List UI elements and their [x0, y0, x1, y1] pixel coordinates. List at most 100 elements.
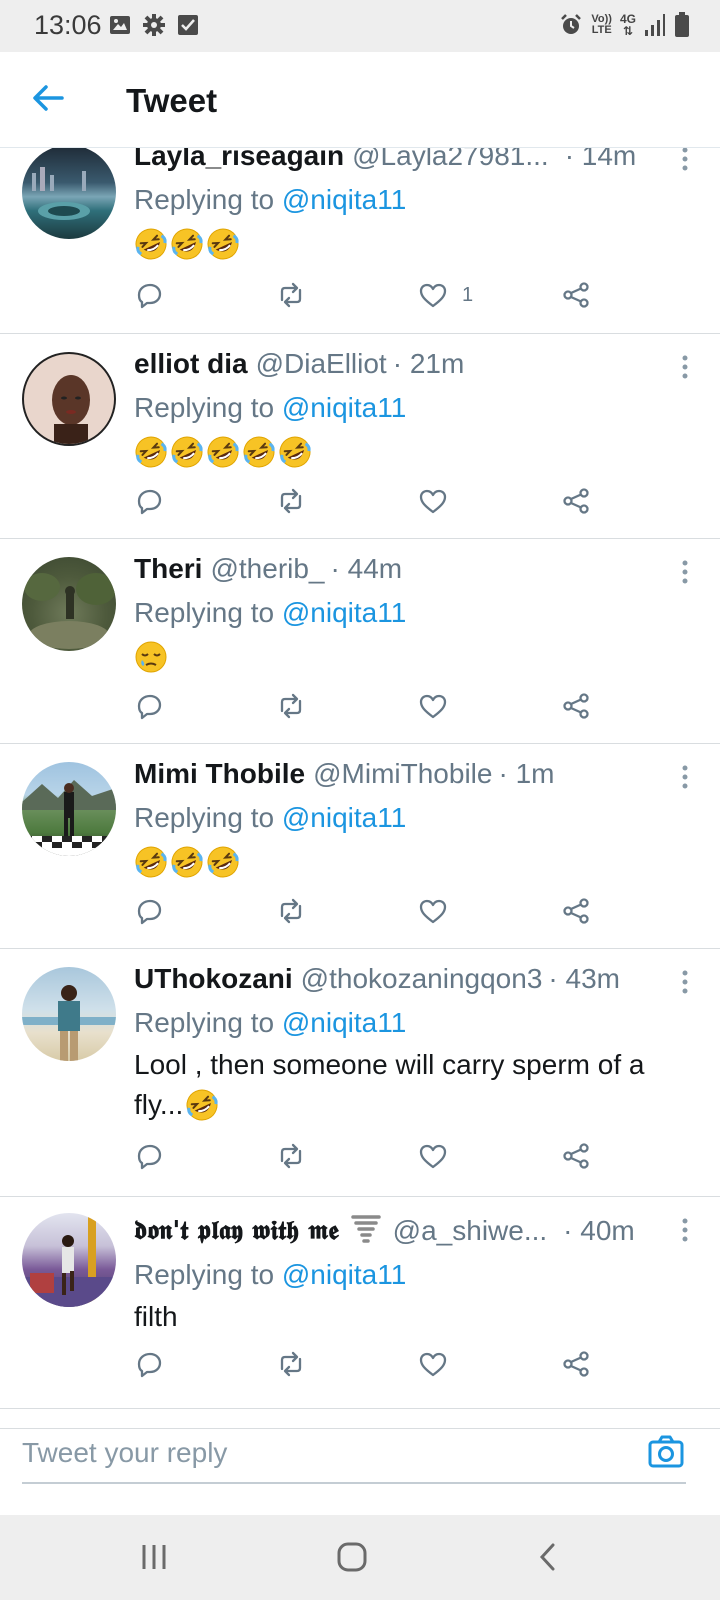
handle[interactable]: @Layla27981...: [352, 148, 549, 174]
app-header: Tweet: [0, 52, 720, 148]
retweet-button[interactable]: [276, 484, 306, 518]
replying-to: Replying to @niqita11: [134, 392, 407, 423]
reply-input[interactable]: [22, 1437, 602, 1469]
back-icon[interactable]: [528, 1537, 568, 1577]
replying-to: Replying to @niqita11: [134, 802, 407, 833]
more-options-icon[interactable]: [680, 1217, 690, 1243]
share-button[interactable]: [561, 1139, 591, 1173]
like-button[interactable]: [418, 1139, 462, 1173]
status-system-icons: Vo)) LTE 4G ⇅: [559, 12, 690, 38]
like-button[interactable]: [418, 894, 462, 928]
reply-button[interactable]: [134, 689, 164, 723]
retweet-button[interactable]: [276, 689, 306, 723]
retweet-button[interactable]: [276, 894, 306, 928]
reply-composer: [0, 1428, 720, 1488]
like-button[interactable]: [418, 689, 462, 723]
share-icon: [563, 282, 589, 308]
retweet-icon: [280, 282, 302, 308]
avatar[interactable]: [22, 1213, 116, 1307]
share-button[interactable]: [561, 1347, 591, 1381]
timestamp: · 14m: [564, 148, 637, 171]
avatar-image: [24, 573, 116, 649]
tweet-emoji-row: [134, 639, 700, 675]
share-button[interactable]: [561, 689, 591, 723]
avatar[interactable]: [22, 148, 116, 239]
display-name[interactable]: Theri: [134, 551, 202, 587]
retweet-button[interactable]: [276, 1347, 306, 1381]
like-button[interactable]: [418, 484, 462, 518]
share-button[interactable]: [561, 484, 591, 518]
reply-tweet[interactable]: 𝖉𝖔𝖓'𝖙 𝖕𝖑𝖆𝖞 𝖜𝖎𝖙𝖍 𝖒𝖊 @a_shiwe... · 40m Rep…: [0, 1197, 720, 1409]
reply-tweet[interactable]: Layla_riseagain @Layla27981... · 14m Rep…: [0, 148, 720, 334]
share-icon: [563, 1351, 589, 1377]
mention-link[interactable]: @niqita11: [282, 1259, 406, 1290]
timestamp: · 1m: [498, 758, 555, 789]
reply-tweet[interactable]: Theri @therib_ · 44m Replying to @niqita…: [0, 539, 720, 744]
retweet-button[interactable]: [276, 1139, 306, 1173]
back-arrow-icon[interactable]: [28, 78, 68, 118]
like-button[interactable]: [418, 1347, 462, 1381]
handle[interactable]: @MimiThobile: [313, 756, 492, 792]
share-button[interactable]: [561, 894, 591, 928]
avatar-image: [22, 780, 116, 856]
display-name[interactable]: 𝖉𝖔𝖓'𝖙 𝖕𝖑𝖆𝖞 𝖜𝖎𝖙𝖍 𝖒𝖊: [134, 1213, 339, 1249]
tweet-body: 𝖉𝖔𝖓'𝖙 𝖕𝖑𝖆𝖞 𝖜𝖎𝖙𝖍 𝖒𝖊 @a_shiwe... · 40m Rep…: [134, 1213, 700, 1337]
reply-button[interactable]: [134, 484, 164, 518]
retweet-button[interactable]: [276, 278, 306, 312]
mention-link[interactable]: @niqita11: [282, 184, 406, 215]
reply-tweet[interactable]: UThokozani @thokozaningqon3 · 43m Replyi…: [0, 949, 720, 1197]
more-options-icon[interactable]: [680, 148, 690, 172]
avatar[interactable]: [22, 352, 116, 446]
tweet-body: Theri @therib_ · 44m Replying to @niqita…: [134, 551, 700, 675]
reply-icon: [137, 1352, 162, 1378]
avatar[interactable]: [22, 557, 116, 651]
display-name[interactable]: Mimi Thobile: [134, 756, 305, 792]
handle[interactable]: @a_shiwe...: [393, 1213, 548, 1249]
retweet-icon: [280, 488, 302, 514]
handle[interactable]: @therib_: [210, 551, 324, 587]
retweet-icon: [280, 898, 302, 924]
share-button[interactable]: [561, 278, 591, 312]
avatar[interactable]: [22, 762, 116, 856]
like-icon: [419, 283, 447, 308]
like-icon: [419, 1352, 447, 1377]
rolling-laughing-emoji-icon: [171, 846, 203, 878]
like-button[interactable]: 1: [418, 278, 473, 312]
timestamp: · 21m: [392, 348, 465, 379]
handle[interactable]: @thokozaningqon3: [301, 961, 543, 997]
reply-button[interactable]: [134, 894, 164, 928]
display-name[interactable]: Layla_riseagain: [134, 148, 344, 174]
mention-link[interactable]: @niqita11: [282, 392, 406, 423]
signal-icon: [645, 14, 665, 36]
home-icon[interactable]: [332, 1537, 372, 1577]
handle[interactable]: @DiaElliot: [256, 346, 387, 382]
like-icon: [419, 489, 447, 514]
tweet-emoji-row: [134, 844, 700, 880]
display-name[interactable]: UThokozani: [134, 961, 293, 997]
camera-icon[interactable]: [646, 1431, 686, 1471]
tweet-header: UThokozani @thokozaningqon3 · 43m: [134, 961, 700, 997]
avatar[interactable]: [22, 967, 116, 1061]
avatar-image: [32, 167, 90, 220]
mention-link[interactable]: @niqita11: [282, 802, 406, 833]
tweet-actions: [134, 689, 720, 723]
more-options-icon[interactable]: [680, 764, 690, 790]
reply-button[interactable]: [134, 1347, 164, 1381]
system-nav-bar: [0, 1515, 720, 1600]
battery-icon: [675, 12, 689, 37]
more-options-icon[interactable]: [680, 354, 690, 380]
reply-button[interactable]: [134, 1139, 164, 1173]
mention-link[interactable]: @niqita11: [282, 597, 406, 628]
more-options-icon[interactable]: [680, 559, 690, 585]
rolling-laughing-emoji-icon: [171, 228, 203, 260]
recent-apps-icon[interactable]: [134, 1537, 174, 1577]
reply-button[interactable]: [134, 278, 164, 312]
display-name[interactable]: elliot dia: [134, 346, 248, 382]
share-icon: [563, 1143, 589, 1169]
rolling-laughing-emoji-icon: [186, 1089, 218, 1121]
mention-link[interactable]: @niqita11: [282, 1007, 406, 1038]
more-options-icon[interactable]: [680, 969, 690, 995]
reply-tweet[interactable]: elliot dia @DiaElliot · 21m Replying to …: [0, 334, 720, 539]
tweet-actions: 1: [134, 278, 720, 312]
reply-tweet[interactable]: Mimi Thobile @MimiThobile · 1m Replying …: [0, 744, 720, 949]
